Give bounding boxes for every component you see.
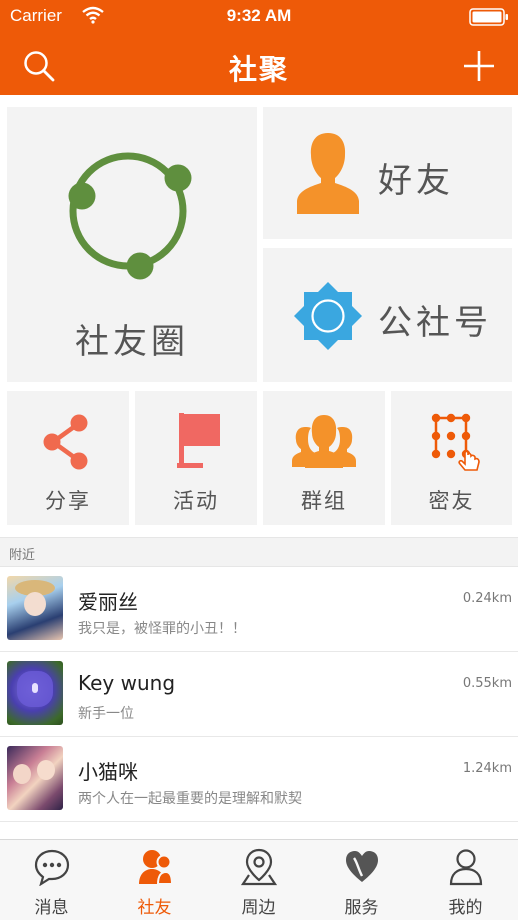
tile-secret-label: 密友	[428, 489, 475, 513]
tab-nearby-label: 周边	[241, 898, 276, 918]
tile-share[interactable]: 分享	[7, 391, 129, 525]
tile-friends[interactable]: 好友	[263, 107, 512, 239]
list-item-distance: 0.24km	[462, 591, 512, 606]
list-item[interactable]: 小猫咪 两个人在一起最重要的是理解和默契 1.24km	[0, 737, 518, 822]
status-bar: Carrier 9:32 AM	[0, 0, 518, 32]
battery-icon	[469, 8, 508, 26]
tab-messages[interactable]: 消息	[0, 840, 103, 920]
tab-profile-label: 我的	[448, 898, 483, 918]
avatar	[7, 661, 63, 725]
tile-public-label: 公社号	[378, 303, 492, 343]
list-item-name: Key wung	[78, 671, 176, 695]
tab-friends[interactable]: 社友	[103, 840, 206, 920]
tile-groups-label: 群组	[301, 489, 347, 513]
plus-icon[interactable]	[462, 49, 496, 83]
app-header: Carrier 9:32 AM 社聚	[0, 0, 518, 95]
avatar	[7, 576, 63, 640]
tab-friends-label: 社友	[137, 898, 172, 918]
avatar	[7, 746, 63, 810]
person-icon	[297, 133, 359, 214]
tile-friends-label: 好友	[378, 161, 454, 201]
chat-icon	[34, 849, 70, 886]
list-item-distance: 1.24km	[462, 761, 512, 776]
tab-messages-label: 消息	[34, 898, 69, 918]
list-item-message: 我只是，被怪罪的小丑！！	[78, 621, 246, 637]
list-item-name: 爱丽丝	[78, 590, 138, 614]
clock: 9:32 AM	[226, 6, 292, 25]
contacts-icon	[139, 850, 173, 885]
list-item-message: 新手一位	[78, 706, 134, 722]
list-item[interactable]: Key wung 新手一位 0.55km	[0, 652, 518, 737]
tile-moments[interactable]: 社友圈	[7, 107, 257, 382]
nearby-header-label: 附近	[9, 548, 36, 563]
tile-events-label: 活动	[173, 489, 219, 513]
share-icon	[43, 414, 88, 470]
tile-moments-label: 社友圈	[75, 322, 189, 362]
tile-close-friends[interactable]: 密友	[391, 391, 512, 525]
badge-icon	[294, 282, 362, 350]
heart-icon	[346, 851, 378, 882]
list-item-distance: 0.55km	[462, 676, 512, 691]
flag-icon	[177, 413, 220, 468]
list-item[interactable]: 爱丽丝 我只是，被怪罪的小丑！！ 0.24km	[0, 567, 518, 652]
list-item-message: 两个人在一起最重要的是理解和默契	[78, 791, 302, 807]
tile-share-label: 分享	[45, 489, 91, 513]
tab-bar: 消息 社友 周边 服务 我的	[0, 839, 518, 920]
group-icon	[292, 415, 356, 468]
page-title: 社聚	[228, 53, 289, 86]
tab-nearby[interactable]: 周边	[207, 840, 310, 920]
profile-icon	[449, 849, 483, 886]
location-icon	[241, 848, 277, 886]
tab-profile[interactable]: 我的	[414, 840, 517, 920]
tab-services-label: 服务	[344, 898, 379, 918]
tile-events[interactable]: 活动	[135, 391, 257, 525]
list-item-name: 小猫咪	[78, 760, 138, 784]
circle-network-icon	[68, 152, 192, 280]
nearby-section-header: 附近	[0, 537, 518, 567]
tile-public-account[interactable]: 公社号	[263, 248, 512, 382]
tab-services[interactable]: 服务	[310, 840, 413, 920]
nav-bar: 社聚	[0, 32, 518, 95]
feature-grid: 社友圈 好友 公社号 分享 活动 群组 密友	[0, 95, 518, 537]
pattern-lock-icon	[431, 413, 480, 471]
tile-groups[interactable]: 群组	[263, 391, 385, 525]
